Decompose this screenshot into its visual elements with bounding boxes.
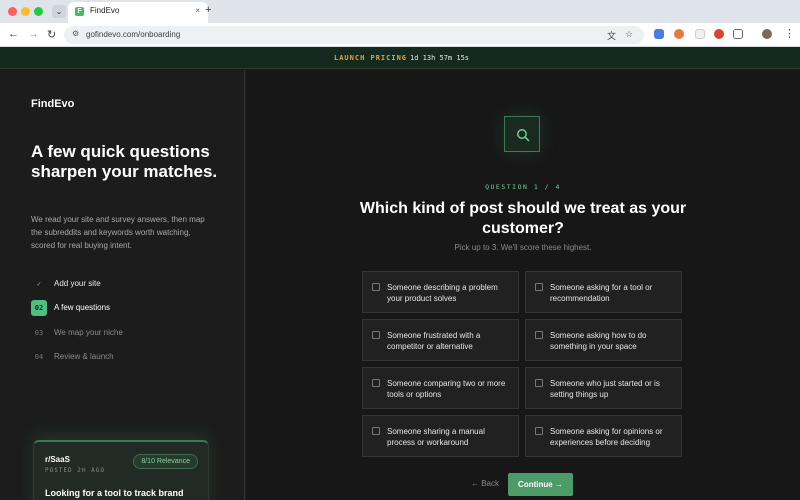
relevance-badge: 8/10 Relevance: [133, 454, 198, 469]
window-maximize-button[interactable]: [34, 7, 43, 16]
checkbox-icon[interactable]: [535, 283, 543, 291]
forward-nav-icon[interactable]: →: [28, 28, 39, 40]
checkbox-icon[interactable]: [372, 283, 380, 291]
step-label: Add your site: [54, 279, 101, 288]
back-nav-icon[interactable]: ←: [8, 28, 19, 40]
option-asking-opinions[interactable]: Someone asking for opinions or experienc…: [525, 415, 682, 457]
window-close-button[interactable]: [8, 7, 17, 16]
checkbox-icon[interactable]: [535, 379, 543, 387]
continue-button[interactable]: Continue →: [508, 473, 573, 496]
countdown-timer: 1d 13h 57m 15s: [410, 54, 470, 62]
step-label: A few questions: [54, 303, 111, 312]
extensions-puzzle-icon[interactable]: [733, 29, 743, 39]
profile-avatar[interactable]: [762, 29, 772, 39]
findevo-favicon-icon: F: [75, 7, 84, 16]
onboarding-sidebar: FindEvo A few quick questions sharpen yo…: [0, 70, 245, 500]
banner-label: LAUNCH PRICING: [334, 54, 408, 62]
option-describing-problem[interactable]: Someone describing a problem your produc…: [362, 271, 519, 313]
question-panel: QUESTION 1 / 4 Which kind of post should…: [246, 70, 800, 500]
bookmark-star-icon[interactable]: ☆: [625, 29, 633, 40]
option-label: Someone frustrated with a competitor or …: [387, 331, 481, 351]
step-number: 03: [34, 329, 44, 337]
brand-logo[interactable]: FindEvo: [31, 98, 74, 110]
browser-tab-bar: ⌄ F FindEvo × +: [0, 0, 800, 23]
tab-search-button[interactable]: ⌄: [52, 5, 66, 18]
step-label: Review & launch: [54, 352, 114, 361]
browser-tab[interactable]: F FindEvo ×: [68, 2, 208, 23]
checkbox-icon[interactable]: [372, 427, 380, 435]
option-label: Someone asking how to do something in yo…: [550, 331, 647, 351]
step-check-icon: ✓: [36, 280, 42, 288]
step-number: 04: [34, 353, 44, 361]
step-number: 02: [31, 300, 47, 316]
url-text: gofindevo.com/onboarding: [86, 30, 181, 39]
checkbox-icon[interactable]: [372, 379, 380, 387]
option-comparing-tools[interactable]: Someone comparing two or more tools or o…: [362, 367, 519, 409]
translate-icon[interactable]: 文: [607, 29, 616, 42]
step-label: We map your niche: [54, 328, 123, 337]
question-counter: QUESTION 1 / 4: [485, 183, 561, 191]
match-preview-card: r/SaaS POSTED 2H AGO 8/10 Relevance Look…: [33, 440, 209, 500]
extension-sparkle-icon[interactable]: [674, 29, 684, 39]
browser-menu-icon[interactable]: ⋮: [784, 27, 795, 40]
address-bar[interactable]: ⚙ gofindevo.com/onboarding 文 ☆: [64, 26, 644, 44]
question-title: Which kind of post should we treat as yo…: [359, 200, 687, 237]
option-asking-for-tool[interactable]: Someone asking for a tool or recommendat…: [525, 271, 682, 313]
tab-title: FindEvo: [90, 6, 120, 15]
checkbox-icon[interactable]: [535, 427, 543, 435]
preview-post-title: Looking for a tool to track brand: [45, 488, 184, 498]
extension-record-icon[interactable]: [714, 29, 724, 39]
checkbox-icon[interactable]: [372, 331, 380, 339]
checkbox-icon[interactable]: [535, 331, 543, 339]
preview-subreddit: r/SaaS: [45, 455, 70, 464]
back-button[interactable]: ← Back: [471, 479, 499, 488]
search-icon: [504, 116, 540, 152]
sidebar-description: We read your site and survey answers, th…: [31, 215, 205, 250]
reload-icon[interactable]: ↻: [47, 28, 56, 41]
sidebar-headline: A few quick questions sharpen your match…: [31, 142, 218, 181]
extension-pen-icon[interactable]: [695, 29, 705, 39]
option-frustrated-competitor[interactable]: Someone frustrated with a competitor or …: [362, 319, 519, 361]
option-asking-how-to[interactable]: Someone asking how to do something in yo…: [525, 319, 682, 361]
option-label: Someone asking for a tool or recommendat…: [550, 283, 653, 303]
option-label: Someone comparing two or more tools or o…: [387, 379, 506, 399]
banner-separator: ·: [402, 53, 407, 61]
option-label: Someone sharing a manual process or work…: [387, 427, 485, 447]
close-tab-icon[interactable]: ×: [195, 6, 200, 15]
preview-posted-time: POSTED 2H AGO: [45, 467, 105, 474]
option-just-started[interactable]: Someone who just started or is setting t…: [525, 367, 682, 409]
option-label: Someone who just started or is setting t…: [550, 379, 660, 399]
option-label: Someone describing a problem your produc…: [387, 283, 498, 303]
browser-toolbar: ← → ↻ ⚙ gofindevo.com/onboarding 文 ☆ ⋮: [0, 23, 800, 47]
new-tab-button[interactable]: +: [205, 4, 211, 16]
site-info-icon[interactable]: ⚙: [72, 29, 79, 38]
option-manual-process[interactable]: Someone sharing a manual process or work…: [362, 415, 519, 457]
question-subtitle: Pick up to 3. We'll score these highest.: [454, 243, 592, 252]
option-label: Someone asking for opinions or experienc…: [550, 427, 663, 447]
window-minimize-button[interactable]: [21, 7, 30, 16]
launch-pricing-banner: LAUNCH PRICING · 1d 13h 57m 15s: [0, 47, 800, 69]
extension-translate-icon[interactable]: [654, 29, 664, 39]
